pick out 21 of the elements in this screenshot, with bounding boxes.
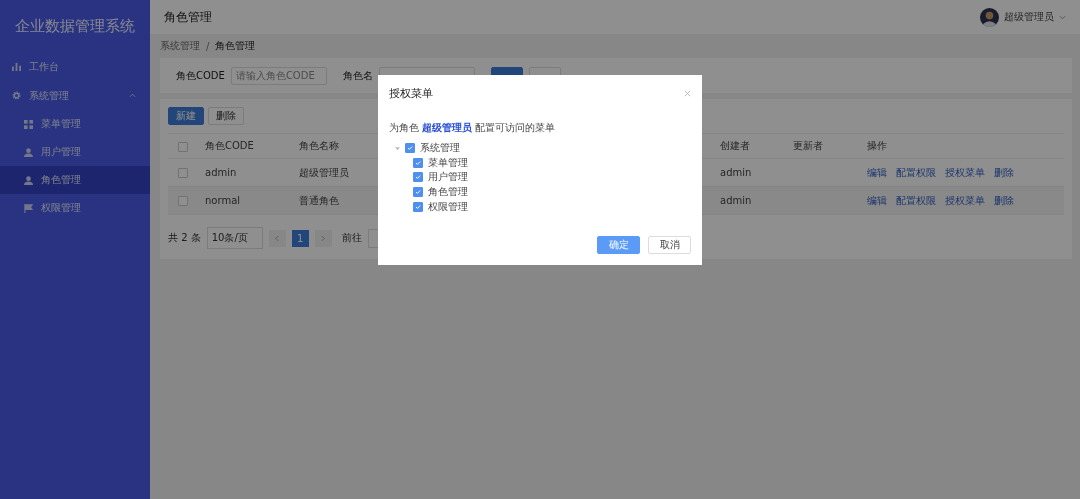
table-cell-text: 超级管理员 [298,165,349,180]
column-header: 更新者 [792,139,823,153]
goto-label: 前往 [341,231,362,245]
column-header: 创建者 [719,139,750,153]
table-cell-text: admin [204,167,237,178]
column-header: 操作 [866,139,887,153]
page-title: 角色管理 [164,8,212,26]
table-cell-text: admin [719,195,752,206]
table-cell-text: admin [719,167,752,178]
column-header: 角色名称 [298,139,339,153]
app-title: 企业数据管理系统 [14,15,136,37]
column-header: 角色CODE [204,139,254,153]
table-cell-text: 普通角色 [298,193,339,208]
total-count: 共 2 条 [168,231,201,245]
field-label: 角色名 [342,68,373,83]
breadcrumb-item: 角色管理 [215,39,256,53]
table-cell-text: normal [204,195,241,206]
breadcrumb-separator: / [206,40,210,52]
field-label: 角色CODE [176,68,225,83]
dialog-title: 授权菜单 [389,85,433,101]
dialog-message: 为角色 超级管理员 配置可访问的菜单 [389,121,557,135]
